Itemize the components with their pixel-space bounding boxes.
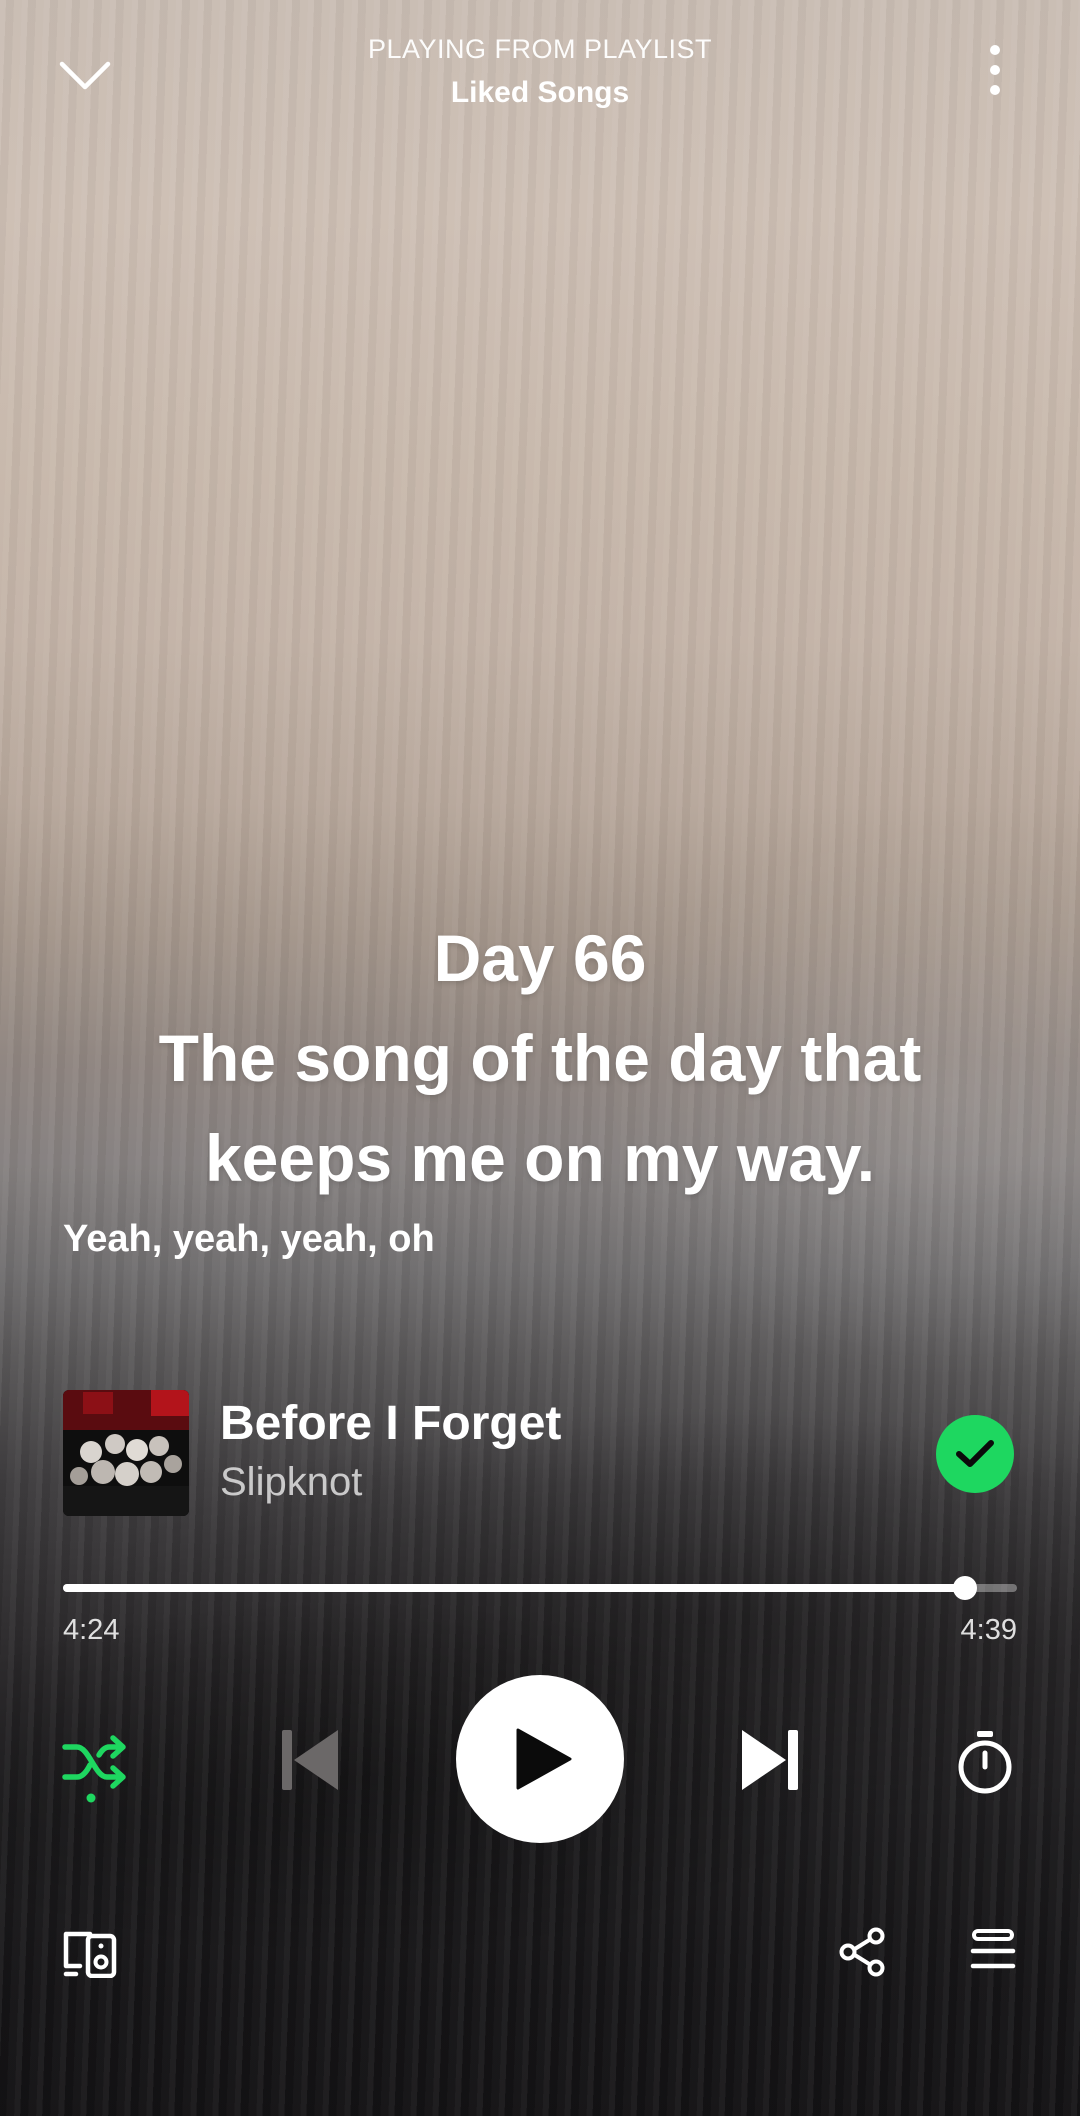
shuffle-button[interactable] [55, 1720, 135, 1810]
album-art-image [63, 1390, 189, 1516]
shuffle-icon [62, 1735, 126, 1803]
queue-icon [970, 1929, 1016, 1969]
skip-next-icon [742, 1730, 798, 1790]
checkmark-icon [956, 1440, 994, 1467]
queue-button[interactable] [966, 1924, 1020, 1976]
play-icon [516, 1728, 572, 1790]
play-button[interactable] [456, 1675, 624, 1843]
previous-button[interactable] [270, 1720, 350, 1800]
more-vertical-icon [990, 45, 1000, 95]
canvas-text-line-2: The song of the day that [158, 1021, 922, 1095]
skip-previous-icon [282, 1730, 338, 1790]
liked-button[interactable] [936, 1415, 1014, 1493]
elapsed-time: 4:24 [63, 1614, 120, 1646]
share-icon [839, 1927, 885, 1977]
next-button[interactable] [730, 1720, 810, 1800]
total-duration: 4:39 [960, 1614, 1017, 1646]
progress-fill [63, 1584, 966, 1592]
track-artist[interactable]: Slipknot [220, 1460, 362, 1505]
album-cover[interactable] [63, 1390, 189, 1516]
timer-icon [958, 1731, 1012, 1794]
track-title[interactable]: Before I Forget [220, 1396, 561, 1451]
playing-from-label: PLAYING FROM PLAYLIST [367, 34, 713, 64]
playlist-name[interactable]: Liked Songs [0, 76, 1080, 110]
connect-devices-button[interactable] [52, 1924, 126, 1984]
canvas-text-line-3: keeps me on my way. [204, 1121, 876, 1195]
more-options-button[interactable] [970, 40, 1020, 100]
progress-handle[interactable] [953, 1576, 978, 1600]
connect-devices-icon [63, 1931, 117, 1978]
current-lyric-line[interactable]: Yeah, yeah, yeah, oh [63, 1218, 435, 1261]
sleep-timer-button[interactable] [945, 1720, 1025, 1804]
canvas-text-line-1: Day 66 [433, 921, 647, 995]
share-button[interactable] [835, 1924, 889, 1980]
